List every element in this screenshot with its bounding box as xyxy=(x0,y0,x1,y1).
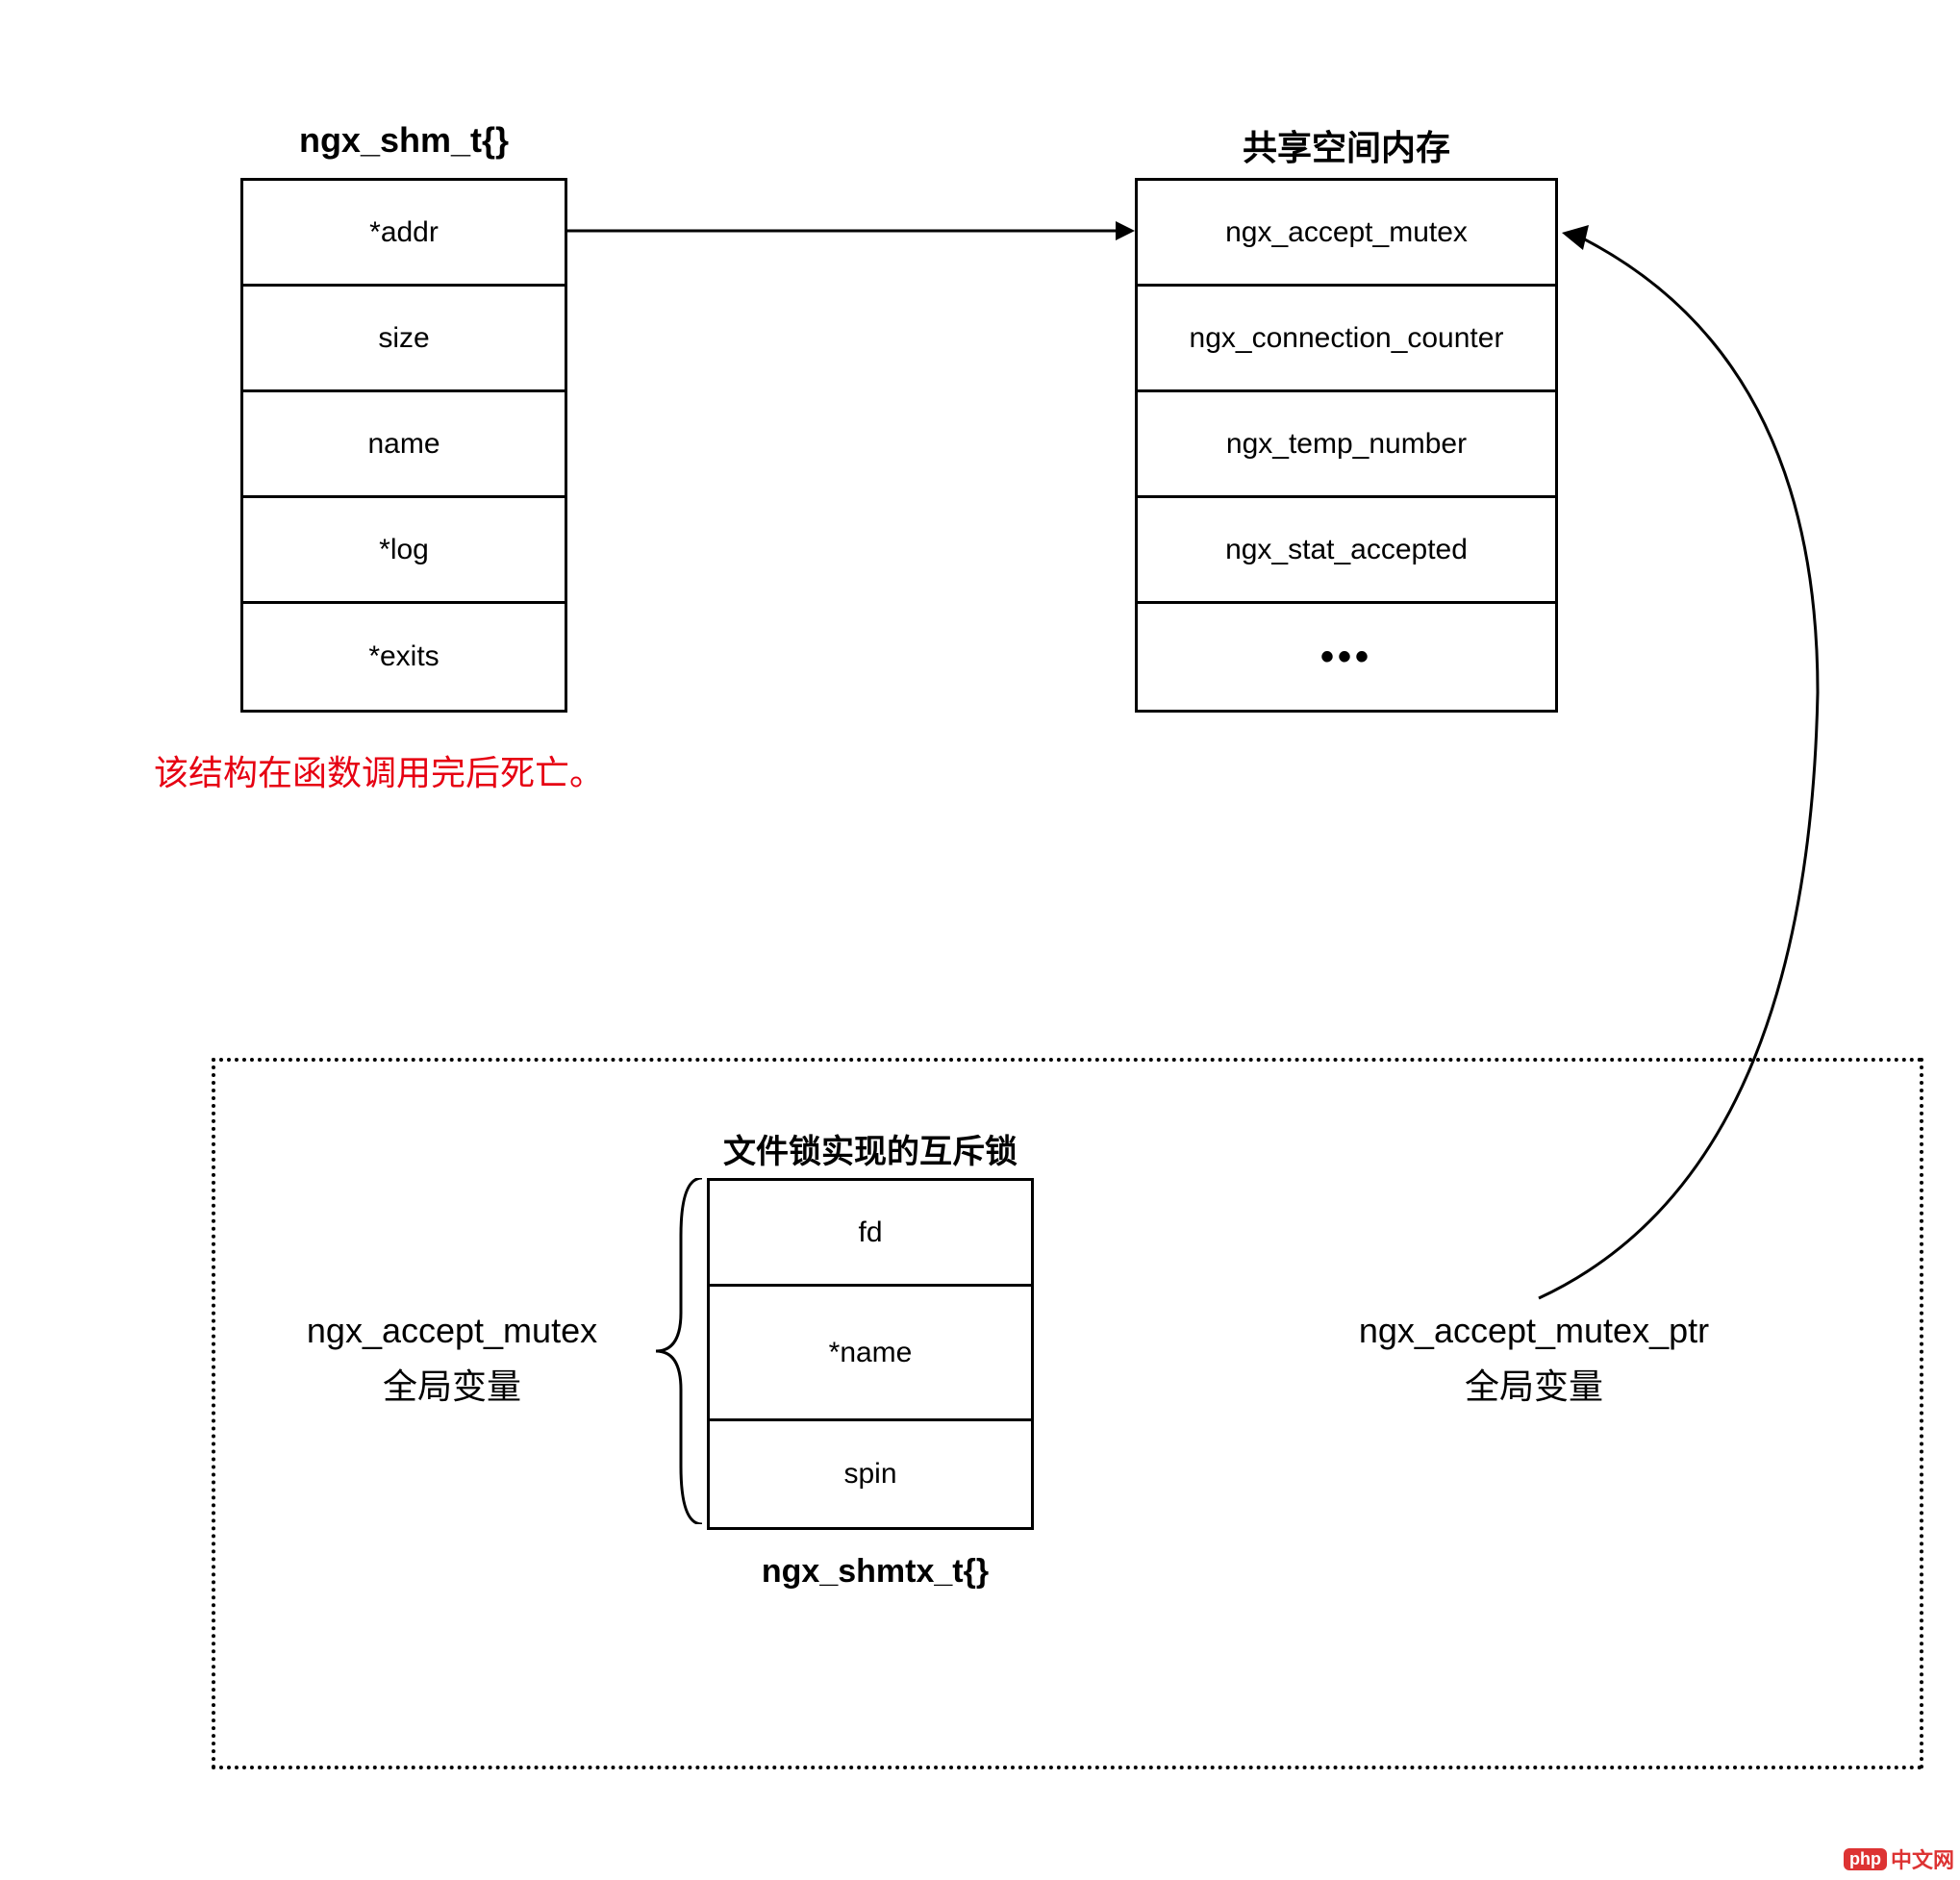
accept-mutex-label-line2: 全局变量 xyxy=(269,1359,635,1415)
accept-mutex-label: ngx_accept_mutex 全局变量 xyxy=(269,1303,635,1414)
curly-brace-icon xyxy=(654,1178,707,1524)
mutex-cell-fd: fd xyxy=(710,1181,1031,1287)
accept-mutex-label-line1: ngx_accept_mutex xyxy=(269,1303,635,1359)
shared-cell-temp: ngx_temp_number xyxy=(1138,392,1555,498)
mutex-struct-box: fd *name spin xyxy=(707,1178,1034,1530)
accept-mutex-ptr-label: ngx_accept_mutex_ptr 全局变量 xyxy=(1322,1303,1746,1414)
shm-cell-addr: *addr xyxy=(243,181,565,287)
shared-cell-dots: ••• xyxy=(1138,604,1555,710)
shm-cell-exits: *exits xyxy=(243,604,565,710)
mutex-cell-name: *name xyxy=(710,1287,1031,1421)
shared-cell-mutex: ngx_accept_mutex xyxy=(1138,181,1555,287)
struct-lifetime-note: 该结构在函数调用完后死亡。 xyxy=(154,745,604,795)
mutex-struct-title: 文件锁实现的互斥锁 xyxy=(707,1125,1034,1172)
shm-struct-title: ngx_shm_t{} xyxy=(279,120,529,161)
shared-mem-box: ngx_accept_mutex ngx_connection_counter … xyxy=(1135,178,1558,713)
shared-mem-title: 共享空间内存 xyxy=(1221,120,1471,170)
shm-cell-name: name xyxy=(243,392,565,498)
shared-cell-stat: ngx_stat_accepted xyxy=(1138,498,1555,604)
arrow-addr-to-shared xyxy=(567,207,1144,264)
watermark-text: 中文网 xyxy=(1891,1843,1954,1874)
shm-cell-size: size xyxy=(243,287,565,392)
shm-cell-log: *log xyxy=(243,498,565,604)
mutex-cell-spin: spin xyxy=(710,1421,1031,1527)
shm-struct-box: *addr size name *log *exits xyxy=(240,178,567,713)
watermark-logo: php xyxy=(1844,1848,1887,1870)
shared-cell-counter: ngx_connection_counter xyxy=(1138,287,1555,392)
mutex-struct-footer: ngx_shmtx_t{} xyxy=(750,1553,1000,1591)
arrow-ptr-to-mutex xyxy=(1520,212,1923,1317)
accept-mutex-ptr-label-line2: 全局变量 xyxy=(1322,1359,1746,1415)
watermark: php 中文网 xyxy=(1844,1843,1954,1874)
